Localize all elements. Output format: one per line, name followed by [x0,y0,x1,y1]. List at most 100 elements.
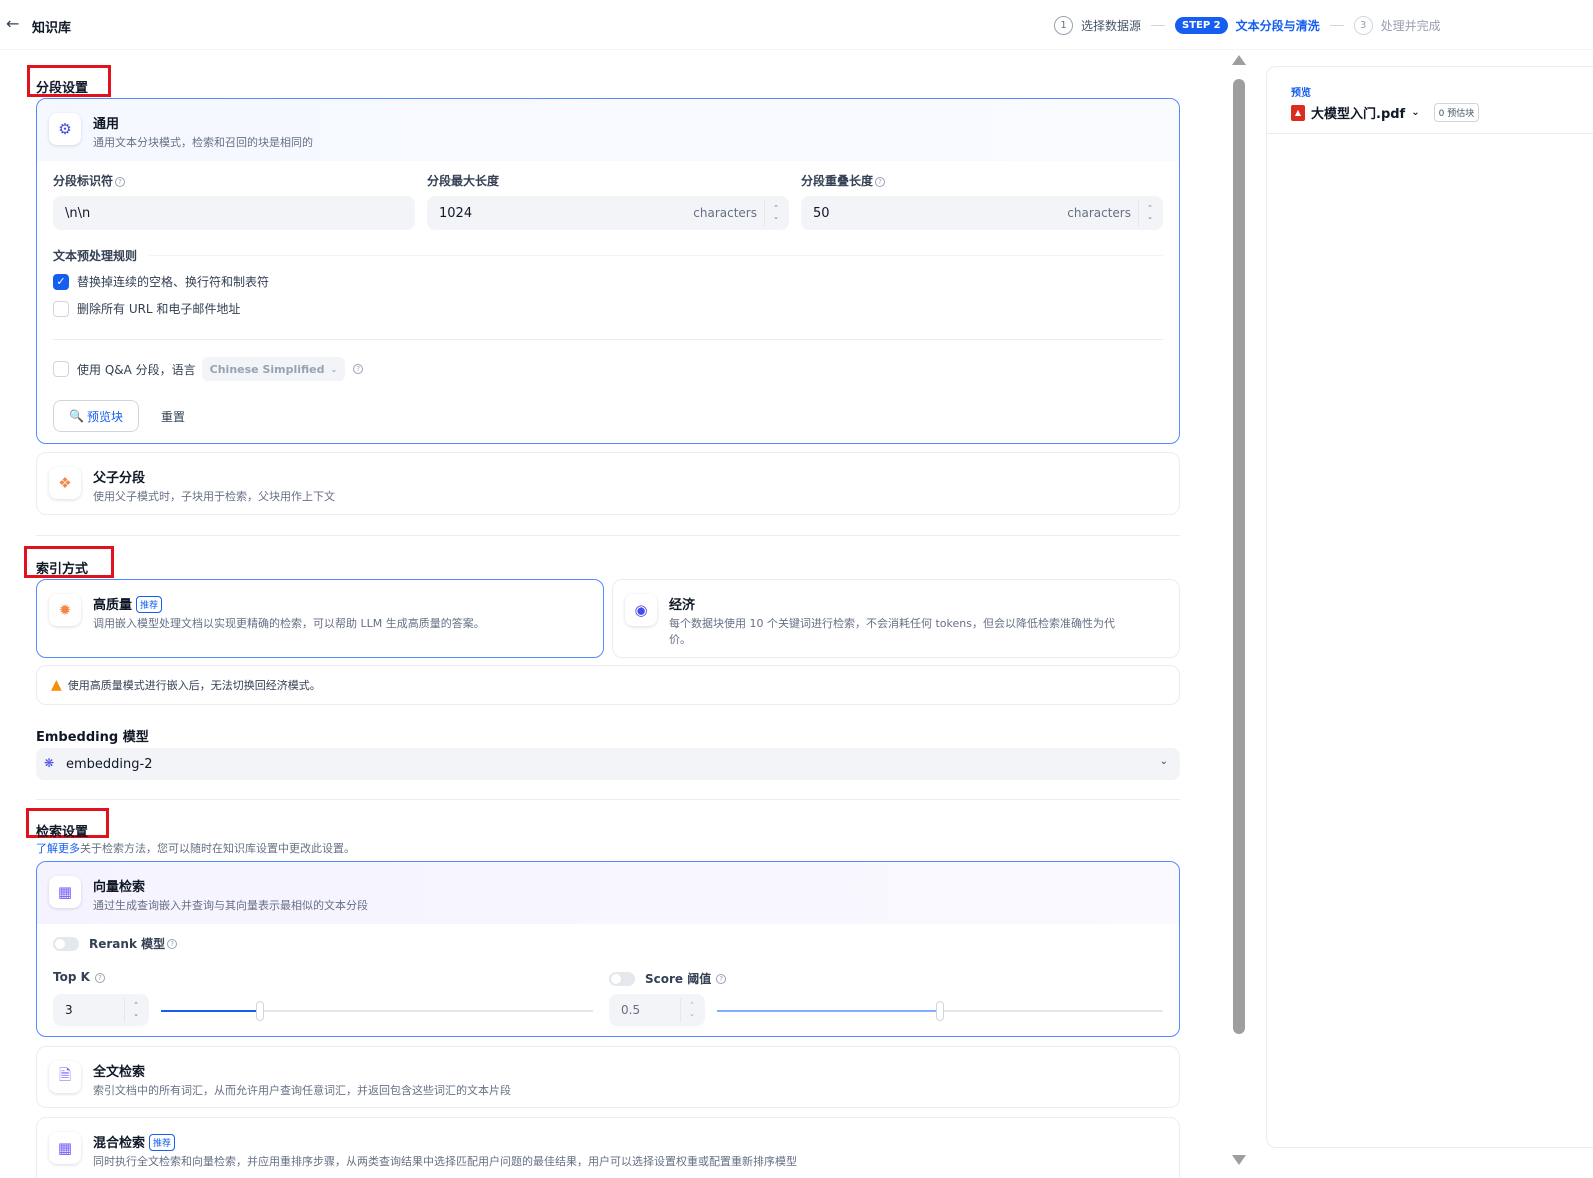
topk-slider[interactable] [161,1001,593,1021]
preview-chunks-button[interactable]: 🔍 预览块 [53,400,139,432]
spin-divider [680,998,681,1022]
step-1-number: 1 [1054,15,1073,35]
hybrid-search-card[interactable]: ▦ 混合检索 推荐 同时执行全文检索和向量检索，并应用重排序步骤，从两类查询结果中… [36,1117,1180,1178]
preview-button-label: 预览块 [86,409,123,424]
warning-text: 使用高质量模式进行嵌入后，无法切换回经济模式。 [67,679,321,692]
general-mode-card[interactable]: ⚙ 通用 通用文本分块模式，检索和召回的块是相同的 分段标识符? \n\n 分段… [36,98,1180,444]
topk-label: Top K? [53,970,105,984]
divider [53,339,1163,340]
help-icon: ? [94,973,105,983]
score-row: Score 阈值 ? [609,970,727,987]
rerank-toggle[interactable] [53,936,79,951]
file-name: 大模型入门.pdf [1311,107,1406,122]
help-icon: ? [353,364,364,374]
preview-pane: 预览 ▲ 大模型入门.pdf ⌄ 0 预估块 [1266,66,1593,1148]
step-2-label: 文本分段与清洗 [1235,18,1320,33]
economy-desc: 每个数据块使用 10 个关键词进行检索，不会消耗任何 tokens，但会以降低检… [669,617,1115,646]
embedding-select[interactable]: ❋ embedding-2 ⌄ [36,748,1180,780]
document-search-icon: 🗎 [49,1061,81,1093]
vector-search-title: 向量检索 [93,880,146,895]
spin-arrows-icon[interactable]: ⌃ ⌄ [689,1001,695,1019]
recommended-tag: 推荐 [149,1134,176,1151]
scroll-down-arrow-icon[interactable] [1232,1155,1246,1165]
sparkle-icon: ✹ [49,594,81,626]
stepper: 1 选择数据源 STEP 2 文本分段与清洗 3 处理并完成 [1054,14,1441,36]
economy-card[interactable]: ◉ 经济 每个数据块使用 10 个关键词进行检索，不会消耗任何 tokens，但… [612,579,1180,658]
high-quality-header: ✹ 高质量 推荐 调用嵌入模型处理文档以实现更精确的检索，可以帮助 LLM 生成高… [37,580,603,642]
language-select[interactable]: Chinese Simplified ⌄ [201,357,346,381]
spin-divider [1138,200,1139,226]
overlap-input[interactable]: 50 characters ⌃ ⌄ [801,196,1163,230]
vector-search-card[interactable]: ▦ 向量检索 通过生成查询嵌入并查询与其向量表示最相似的文本分段 Rerank … [36,861,1180,1037]
preview-header: 预览 ▲ 大模型入门.pdf ⌄ 0 预估块 [1267,67,1593,134]
spin-arrows-icon[interactable]: ⌃ ⌄ [1147,204,1153,222]
score-toggle[interactable] [609,971,635,986]
qa-checkbox[interactable] [53,361,69,377]
top-bar: ← 知识库 1 选择数据源 STEP 2 文本分段与清洗 3 处理并完成 [0,0,1593,50]
overlap-label: 分段重叠长度? [801,172,886,189]
parent-child-title: 父子分段 [93,471,146,486]
hybrid-grid-icon: ▦ [49,1132,81,1164]
step-divider [1329,24,1344,26]
pdf-icon: ▲ [1291,104,1305,121]
high-quality-desc: 调用嵌入模型处理文档以实现更精确的检索，可以帮助 LLM 生成高质量的答案。 [93,617,485,630]
step-2-badge: STEP 2 [1175,16,1228,34]
scrollbar-thumb[interactable] [1233,79,1245,1034]
score-label: Score 阈值 [645,972,712,986]
rerank-label: Rerank 模型 [89,937,166,951]
help-icon: ? [167,938,178,949]
hybrid-desc: 同时执行全文检索和向量检索，并应用重排序步骤，从两类查询结果中选择匹配用户问题的… [93,1155,797,1168]
parent-child-mode-card[interactable]: ❖ 父子分段 使用父子模式时，子块用于检索，父块用作上下文 [36,452,1180,515]
topk-input[interactable]: 3 ⌃ ⌄ [53,994,149,1026]
chunk-count-badge: 0 预估块 [1433,103,1480,122]
max-length-input[interactable]: 1024 characters ⌃ ⌄ [427,196,789,230]
embedding-value: embedding-2 [66,756,153,772]
rule2-checkbox[interactable] [53,300,69,317]
segment-section-title: 分段设置 [36,81,89,96]
rerank-row: Rerank 模型 ? [53,935,178,952]
qa-row[interactable]: 使用 Q&A 分段，语言 Chinese Simplified ⌄ ? [53,357,364,381]
divider [149,255,1163,256]
score-slider-thumb[interactable] [936,1001,944,1021]
scrollbar[interactable] [1232,55,1246,1165]
piggy-bank-icon: ◉ [625,594,657,626]
model-icon: ❋ [44,756,55,770]
section-divider [36,535,1180,536]
help-icon: ? [875,177,886,187]
score-slider[interactable] [717,1001,1163,1021]
scroll-up-arrow-icon[interactable] [1232,55,1246,65]
preview-label: 预览 [1291,88,1311,99]
max-length-unit: characters [693,206,757,220]
file-selector[interactable]: ▲ 大模型入门.pdf ⌄ 0 预估块 [1291,103,1480,122]
rule1-checkbox[interactable]: ✓ [53,273,69,290]
learn-more-link[interactable]: 了解更多 [36,842,80,855]
overlap-value: 50 [813,205,830,221]
score-input[interactable]: 0.5 ⌃ ⌄ [609,994,705,1026]
fulltext-search-card[interactable]: 🗎 全文检索 索引文档中的所有词汇，从而允许用户查询任意词汇，并返回包含这些词汇… [36,1046,1180,1108]
reset-button[interactable]: 重置 [161,408,185,425]
spin-divider [764,200,765,226]
warning-icon: ▲ [51,677,62,693]
hybrid-title: 混合检索 推荐 [93,1132,176,1151]
identifier-input[interactable]: \n\n [53,196,415,230]
topk-slider-thumb[interactable] [256,1001,264,1021]
spin-arrows-icon[interactable]: ⌃ ⌄ [133,1001,139,1019]
quality-warning: ▲ 使用高质量模式进行嵌入后，无法切换回经济模式。 [36,665,1180,705]
spin-divider [124,998,125,1022]
topk-slider-fill [161,1010,260,1012]
retrieval-note: 了解更多关于检索方法，您可以随时在知识库设置中更改此设置。 [36,842,355,855]
high-quality-title: 高质量 推荐 [93,594,163,613]
rule1-row[interactable]: ✓ 替换掉连续的空格、换行符和制表符 [53,273,269,290]
page-title: 知识库 [32,21,72,36]
hybrid-header: ▦ 混合检索 推荐 同时执行全文检索和向量检索，并应用重排序步骤，从两类查询结果中… [37,1118,1179,1178]
settings-panel: 分段设置 ⚙ 通用 通用文本分块模式，检索和召回的块是相同的 分段标识符? \n… [0,50,1232,1178]
topk-value: 3 [65,1003,73,1017]
rule2-row[interactable]: 删除所有 URL 和电子邮件地址 [53,300,240,317]
arrow-left-icon[interactable]: ← [6,14,19,33]
spin-arrows-icon[interactable]: ⌃ ⌄ [773,204,779,222]
fulltext-title: 全文检索 [93,1065,146,1080]
high-quality-card[interactable]: ✹ 高质量 推荐 调用嵌入模型处理文档以实现更精确的检索，可以帮助 LLM 生成高… [36,579,604,658]
overlap-unit: characters [1067,206,1131,220]
max-length-value: 1024 [439,205,473,221]
parent-child-header: ❖ 父子分段 使用父子模式时，子块用于检索，父块用作上下文 [37,453,1179,515]
